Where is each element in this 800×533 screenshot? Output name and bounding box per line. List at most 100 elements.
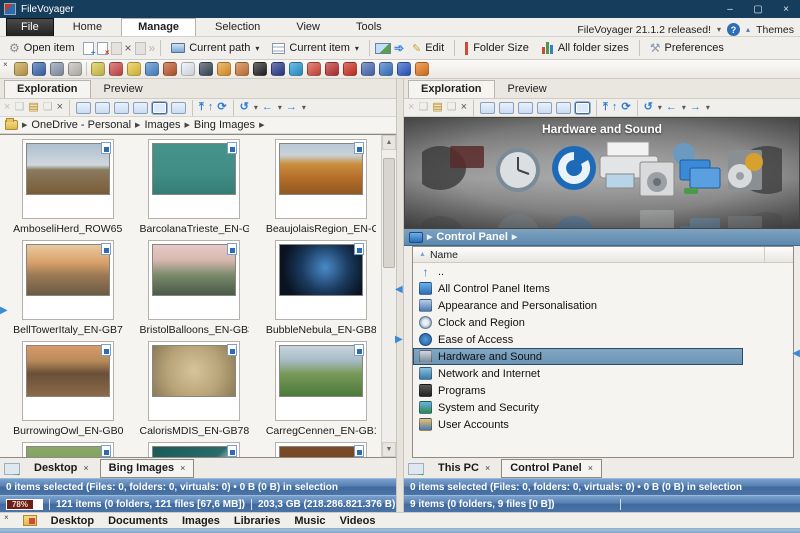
delete-icon[interactable]: × [461, 102, 467, 113]
vertical-scrollbar[interactable]: ▲ ▼ [381, 135, 396, 457]
favorite-link-libraries[interactable]: Libraries [234, 515, 280, 527]
view-small-icon[interactable] [518, 102, 533, 114]
preferences-button[interactable]: ⚒ Preferences [645, 39, 729, 57]
file-thumbnail[interactable]: CarregCennen_EN-GB1... [263, 341, 379, 442]
view-thumbnails-icon[interactable] [556, 102, 571, 114]
up-level-icon[interactable]: ↑ [208, 102, 214, 113]
breadcrumb-segment[interactable]: Bing Images [194, 119, 255, 131]
control-panel-item[interactable]: Appearance and Personalisation [413, 297, 793, 314]
file-thumbnail[interactable]: CalorisMDIS_EN-GB781... [136, 341, 252, 442]
breadcrumb-segment[interactable]: Control Panel [436, 231, 508, 243]
forward-icon[interactable]: → [690, 102, 701, 113]
breadcrumb-segment[interactable]: OneDrive - Personal [31, 119, 131, 131]
breadcrumb-segment[interactable]: Images [144, 119, 180, 131]
scroll-up-icon[interactable]: ▲ [382, 135, 396, 150]
new-tab-icon[interactable] [408, 463, 424, 475]
forward-icon[interactable]: → [286, 102, 297, 113]
favorite-link-desktop[interactable]: Desktop [51, 515, 94, 527]
control-panel-item[interactable]: System and Security [413, 399, 793, 416]
back-icon[interactable]: ← [262, 102, 273, 113]
refresh-icon[interactable]: ⟳ [621, 102, 630, 113]
close-tab-icon[interactable]: × [485, 463, 490, 473]
launcher-icon-record-player[interactable] [253, 62, 267, 76]
breadcrumb-arrow-icon[interactable]: ▶ [259, 121, 264, 129]
version-announcement[interactable]: FileVoyager 21.1.2 released! [577, 24, 711, 36]
chevron-down-icon[interactable]: ▾ [706, 103, 710, 112]
view-small-icon[interactable] [114, 102, 129, 114]
launcher-icon-notepad-dark[interactable] [271, 62, 285, 76]
left-folder-tab-desktop[interactable]: Desktop× [25, 459, 98, 478]
control-panel-item[interactable]: Hardware and Sound [413, 348, 743, 365]
ribbon-tab-home[interactable]: Home [56, 18, 119, 36]
close-button[interactable]: × [772, 0, 800, 18]
file-thumbnail[interactable]: BubbleNebula_EN-GB8... [263, 240, 379, 341]
up-level-icon[interactable]: ↑ [612, 102, 618, 113]
launcher-icon-picture-folder[interactable] [235, 62, 249, 76]
chevron-down-icon[interactable]: ▾ [278, 103, 282, 112]
picture-tool-icon[interactable] [375, 43, 391, 54]
file-thumbnail[interactable] [10, 442, 126, 457]
control-panel-item[interactable]: User Accounts [413, 416, 793, 433]
launcher-icon-shield-security[interactable] [325, 62, 339, 76]
ribbon-tab-selection[interactable]: Selection [198, 18, 277, 36]
favorite-link-images[interactable]: Images [182, 515, 220, 527]
new-tab-icon[interactable] [4, 463, 20, 475]
launcher-icon-chrome-browser[interactable] [307, 62, 321, 76]
view-tiles-icon[interactable] [537, 102, 552, 114]
favorite-link-documents[interactable]: Documents [108, 515, 168, 527]
right-tab-preview[interactable]: Preview [495, 80, 560, 98]
duplicate-icon[interactable]: ❏ [43, 102, 53, 113]
view-details-icon[interactable] [499, 102, 514, 114]
version-caret-icon[interactable]: ▾ [717, 25, 721, 34]
scroll-down-icon[interactable]: ▼ [382, 442, 396, 457]
edit-button[interactable]: ✎ Edit [407, 40, 449, 57]
themes-button[interactable]: Themes [756, 24, 794, 36]
right-folder-tab-this-pc[interactable]: This PC× [429, 459, 499, 478]
ribbon-tab-file[interactable]: File [6, 18, 54, 36]
ribbon-tab-manage[interactable]: Manage [121, 18, 196, 36]
pane-splitter[interactable]: ◀ ▶ [396, 79, 404, 512]
launcher-icon-folders[interactable] [14, 62, 28, 76]
minimize-button[interactable]: – [716, 0, 744, 18]
file-thumbnail[interactable]: AmboseliHerd_ROW65... [10, 139, 126, 240]
send-to-icon[interactable]: ➾ [394, 41, 404, 55]
launcher-icon-vs-tool[interactable] [361, 62, 375, 76]
launcher-icon-search-folder[interactable] [145, 62, 159, 76]
chevron-down-icon[interactable]: ▾ [254, 103, 258, 112]
chevron-down-icon[interactable]: ▾ [682, 103, 686, 112]
control-panel-item[interactable]: All Control Panel Items [413, 280, 793, 297]
launcher-icon-computer[interactable] [50, 62, 64, 76]
view-list-icon[interactable] [480, 102, 495, 114]
file-thumbnail[interactable]: BristolBalloons_EN-GB3... [136, 240, 252, 341]
launcher-icon-cd-player[interactable] [127, 62, 141, 76]
close-favorites-icon[interactable]: × [4, 513, 9, 522]
control-panel-item[interactable]: Programs [413, 382, 793, 399]
open-item-button[interactable]: ⚙ Open item [4, 40, 80, 56]
chevron-down-icon[interactable]: ▾ [302, 103, 306, 112]
launcher-icon-display[interactable] [32, 62, 46, 76]
left-folder-tab-bing-images[interactable]: Bing Images× [100, 459, 195, 478]
favorite-link-videos[interactable]: Videos [340, 515, 376, 527]
paste-icon[interactable]: ▤ [432, 102, 442, 113]
current-path-dropdown[interactable]: Current path ▾ [166, 40, 264, 56]
close-tab-icon[interactable]: × [588, 463, 593, 473]
launcher-icon-disabled-tool[interactable] [68, 62, 82, 76]
delete-icon[interactable]: × [57, 102, 63, 113]
control-panel-item[interactable]: Ease of Access [413, 331, 793, 348]
launcher-icon-media-tool[interactable] [163, 62, 177, 76]
scrollbar-thumb[interactable] [383, 158, 395, 268]
right-tab-exploration[interactable]: Exploration [408, 80, 495, 98]
close-toolbar-icon[interactable]: × [3, 60, 8, 69]
ribbon-tab-view[interactable]: View [279, 18, 337, 36]
left-tab-exploration[interactable]: Exploration [4, 80, 91, 98]
history-back-icon[interactable]: ↺ [240, 102, 249, 113]
view-details-icon[interactable] [95, 102, 110, 114]
refresh-icon[interactable]: ⟳ [217, 102, 226, 113]
expand-right-edge-icon[interactable]: ◀ [792, 348, 800, 359]
chevron-down-icon[interactable]: ▾ [658, 103, 662, 112]
file-thumbnail[interactable] [263, 442, 379, 457]
file-thumbnail[interactable] [136, 442, 252, 457]
current-item-dropdown[interactable]: Current item ▾ [267, 40, 364, 56]
folder-size-button[interactable]: Folder Size [460, 40, 534, 57]
launcher-icon-opera-white[interactable] [181, 62, 195, 76]
